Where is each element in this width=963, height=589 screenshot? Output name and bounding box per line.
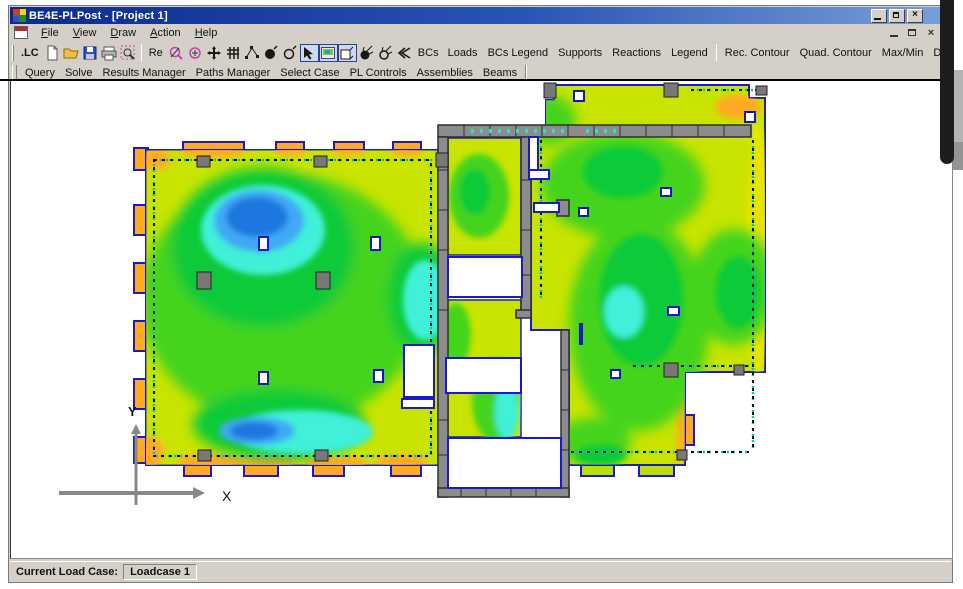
grid-icon[interactable]: [224, 44, 243, 62]
lc-button[interactable]: .LC: [17, 46, 43, 60]
save-icon[interactable]: [81, 44, 100, 62]
beam-marker: [579, 323, 583, 345]
app-icon: [13, 9, 26, 22]
maxmin-button[interactable]: Max/Min: [877, 46, 929, 60]
document-icon[interactable]: [14, 26, 28, 39]
beams-button[interactable]: Beams: [478, 66, 522, 80]
x-axis-label: X: [222, 488, 232, 504]
hollow-node-icon[interactable]: [281, 44, 300, 62]
opening-left-slab-edge-slot: [402, 399, 434, 408]
results-manager-button[interactable]: Results Manager: [98, 66, 191, 80]
corner-tool-icon[interactable]: [338, 44, 357, 62]
multi-arrow-icon[interactable]: [395, 44, 414, 62]
menu-bar: File View Draw Action Help ×: [10, 24, 951, 41]
supports-button[interactable]: Supports: [553, 46, 607, 60]
overlay-window-scrollblock: [953, 70, 963, 142]
open-folder-icon[interactable]: [62, 44, 81, 62]
opening-beam-slot: [534, 203, 559, 212]
close-button[interactable]: ×: [907, 9, 923, 23]
overlay-window-scrollblock-dark: [953, 142, 963, 170]
toolbar-separator: [716, 44, 717, 61]
zoom-region-icon[interactable]: [119, 44, 138, 62]
window-title: BE4E-PLPost - [Project 1]: [29, 10, 168, 22]
pan-icon[interactable]: [205, 44, 224, 62]
opening-stair-middle: [446, 358, 521, 393]
title-bar[interactable]: BE4E-PLPost - [Project 1] ×: [10, 7, 951, 24]
opening-stair-lower: [448, 438, 561, 488]
select-case-button[interactable]: Select Case: [275, 66, 344, 80]
menu-draw[interactable]: Draw: [103, 26, 143, 40]
window-caption-buttons: ×: [871, 9, 923, 23]
overlay-dark-strip: [940, 0, 954, 164]
opening-stair-upper: [448, 257, 522, 297]
zoom-extents-icon[interactable]: [186, 44, 205, 62]
filled-node-icon[interactable]: [262, 44, 281, 62]
mdi-restore-button[interactable]: [907, 28, 919, 38]
bcs-button[interactable]: BCs: [414, 46, 443, 60]
wall-stub: [516, 310, 531, 318]
mdi-caption-buttons: ×: [889, 24, 937, 41]
current-load-case-label: Current Load Case:: [16, 566, 118, 578]
minimize-button[interactable]: [871, 9, 887, 23]
menu-help[interactable]: Help: [188, 26, 225, 40]
new-document-icon[interactable]: [43, 44, 62, 62]
node-numbers-icon[interactable]: [243, 44, 262, 62]
mdi-close-button[interactable]: ×: [925, 28, 937, 38]
zoom-window-icon[interactable]: [167, 44, 186, 62]
y-axis-label: Y: [128, 404, 137, 419]
status-bar: Current Load Case: Loadcase 1: [10, 561, 951, 581]
wall-corridor-right-lower: [561, 330, 569, 497]
quad-contour-button[interactable]: Quad. Contour: [795, 46, 877, 60]
pointer-tool-icon[interactable]: [300, 44, 319, 62]
wall-corridor-bottom: [438, 488, 569, 497]
loads-button[interactable]: Loads: [443, 46, 483, 60]
contour-plot: Y X: [11, 81, 952, 558]
opening-left-slab-edge: [404, 345, 434, 397]
toolbar-separator: [141, 44, 142, 61]
re-button[interactable]: Re: [145, 46, 167, 60]
corridor-room-upper-contours: [449, 154, 509, 238]
print-icon[interactable]: [100, 44, 119, 62]
screen: BE4E-PLPost - [Project 1] × File View Dr…: [0, 0, 963, 589]
contour-plot-icon[interactable]: [319, 44, 338, 62]
toolbar-grip[interactable]: [12, 45, 14, 61]
left-slab-contours: [138, 146, 455, 470]
reactions-button[interactable]: Reactions: [607, 46, 666, 60]
assemblies-button[interactable]: Assemblies: [412, 66, 478, 80]
paths-manager-button[interactable]: Paths Manager: [191, 66, 276, 80]
pl-controls-button[interactable]: PL Controls: [345, 66, 412, 80]
query-button[interactable]: Query: [20, 66, 60, 80]
menu-file[interactable]: File: [34, 26, 66, 40]
restore-button[interactable]: [889, 9, 905, 23]
wall-corridor-left: [438, 137, 448, 497]
menu-view[interactable]: View: [66, 26, 104, 40]
hollow-node-loads-icon[interactable]: [376, 44, 395, 62]
mdi-minimize-button[interactable]: [889, 28, 901, 38]
opening-l-slot-horizontal: [529, 170, 549, 179]
drawing-canvas[interactable]: Y X: [10, 81, 953, 559]
load-case-value[interactable]: Loadcase 1: [123, 564, 197, 580]
solve-button[interactable]: Solve: [60, 66, 98, 80]
filled-node-loads-icon[interactable]: [357, 44, 376, 62]
bcs-legend-button[interactable]: BCs Legend: [483, 46, 554, 60]
main-toolbar: .LC Re BCs Loads BCs Legend Supports: [10, 41, 951, 65]
legend-button[interactable]: Legend: [666, 46, 713, 60]
rec-contour-button[interactable]: Rec. Contour: [720, 46, 795, 60]
menu-action[interactable]: Action: [143, 26, 188, 40]
